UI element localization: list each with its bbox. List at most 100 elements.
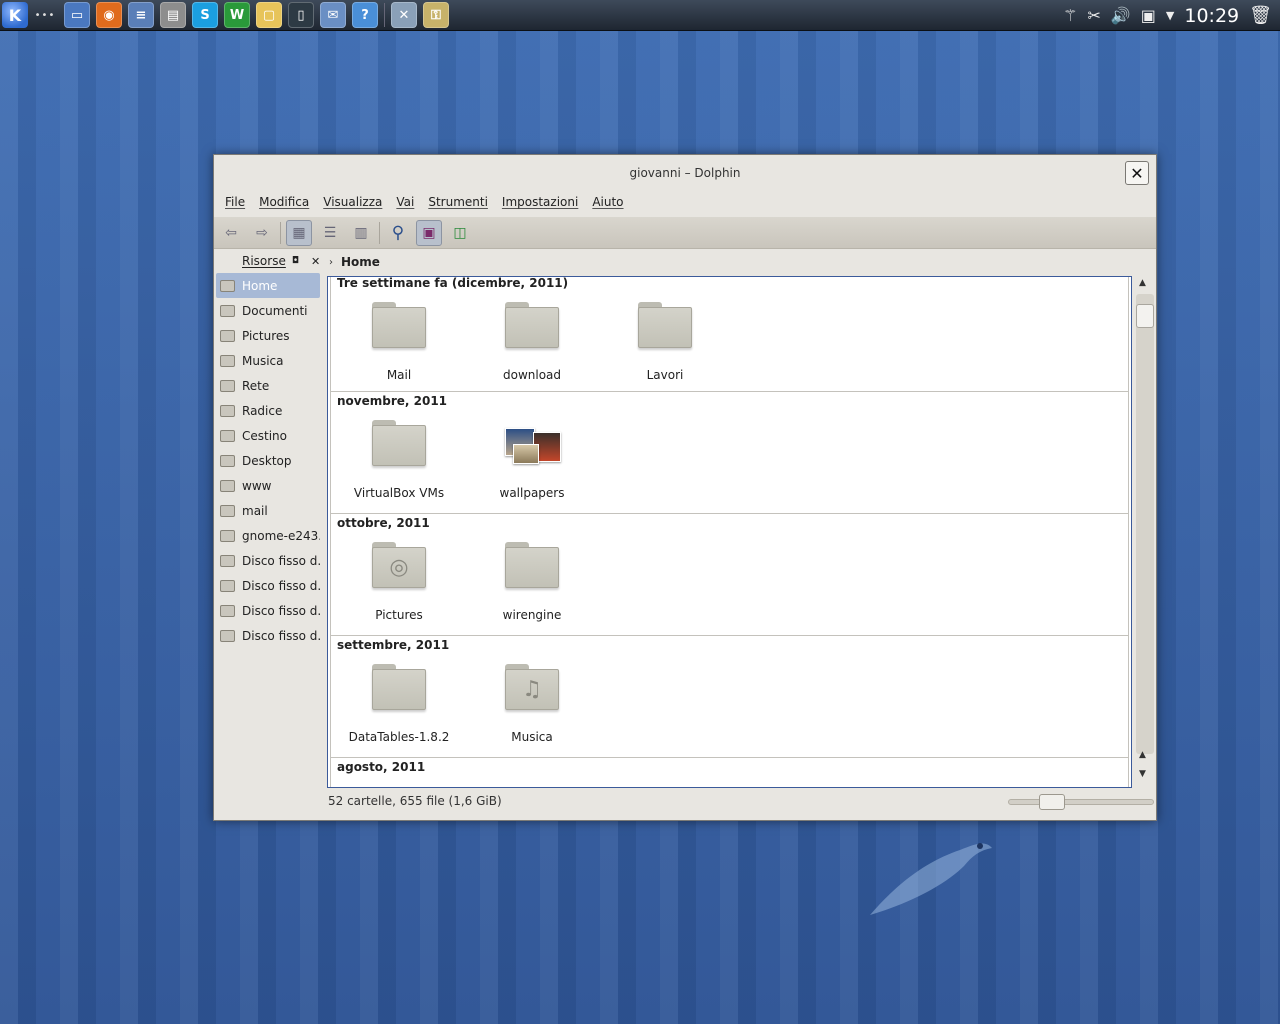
sidebar-item-pictures[interactable]: Pictures: [216, 323, 320, 348]
volume-icon[interactable]: 🔊: [1111, 6, 1131, 25]
document-icon[interactable]: ≡: [128, 2, 154, 28]
sidebar-item-www[interactable]: www: [216, 473, 320, 498]
key-icon[interactable]: ⚿: [423, 2, 449, 28]
sidebar-item-label: Pictures: [242, 328, 290, 343]
details-view-button[interactable]: ☰: [317, 220, 343, 246]
title-bar[interactable]: giovanni – Dolphin ✕: [214, 155, 1156, 191]
sidebar-item-disco-fisso-d[interactable]: Disco fisso d...: [216, 598, 320, 623]
scroll-thumb[interactable]: [1136, 304, 1154, 328]
launcher-bar: ▭ ◉ ≡ ▤ S W ▢ ▯ ✉? ✕ ⚿: [58, 2, 449, 28]
sidebar-item-musica[interactable]: Musica: [216, 348, 320, 373]
zoom-slider[interactable]: [1008, 794, 1154, 810]
file-item[interactable]: Mail: [339, 296, 459, 392]
menu-modifica[interactable]: Modifica: [252, 193, 316, 215]
place-icon: [220, 629, 235, 642]
scroll-down-icon[interactable]: ▼: [1139, 769, 1146, 779]
sidebar-item-label: Disco fisso d...: [242, 578, 320, 593]
file-item[interactable]: wirengine: [472, 536, 592, 632]
sidebar-item-label: Disco fisso d...: [242, 628, 320, 643]
spreadsheet-icon[interactable]: W: [224, 2, 250, 28]
breadcrumb: › Home: [329, 255, 380, 269]
desktop-icon[interactable]: ▭: [64, 2, 90, 28]
file-item[interactable]: VirtualBox VMs: [339, 414, 459, 510]
close-icon: ✕: [1130, 163, 1144, 183]
close-button[interactable]: ✕: [1125, 161, 1149, 185]
file-item[interactable]: ♫ Musica: [472, 658, 592, 754]
split-view-button[interactable]: ◫: [447, 220, 473, 246]
tray-expand-icon[interactable]: ▼: [1166, 9, 1174, 22]
sidebar-item-disco-fisso-d[interactable]: Disco fisso d...: [216, 623, 320, 648]
sidebar-item-desktop[interactable]: Desktop: [216, 448, 320, 473]
file-name: Musica: [511, 730, 553, 744]
activities-icon[interactable]: •••: [32, 10, 58, 21]
menu-file[interactable]: File: [218, 193, 252, 215]
mail-icon[interactable]: ✉: [320, 2, 346, 28]
close-panel-icon[interactable]: ✕: [311, 255, 320, 268]
sidebar-item-label: Disco fisso d...: [242, 553, 320, 568]
place-icon: [220, 354, 235, 367]
sidebar-item-mail[interactable]: mail: [216, 498, 320, 523]
sidebar-item-gnome-e243[interactable]: gnome-e243...: [216, 523, 320, 548]
sidebar-item-disco-fisso-d[interactable]: Disco fisso d...: [216, 573, 320, 598]
firefox-icon[interactable]: ◉: [96, 2, 122, 28]
preview-button[interactable]: ▣: [416, 219, 442, 246]
taskbar-panel: K ••• ▭ ◉ ≡ ▤ S W ▢ ▯ ✉? ✕ ⚿ ⚚ ✂ 🔊 ▣ ▼ 10:29 🗑: [0, 0, 1280, 31]
file-item[interactable]: DataTables-1.8.2: [339, 658, 459, 754]
float-panel-icon[interactable]: ◘: [292, 256, 299, 266]
system-tray: ⚚ ✂ 🔊 ▣ ▼ 10:29 🗑: [1063, 0, 1272, 31]
sidebar-item-rete[interactable]: Rete: [216, 373, 320, 398]
breadcrumb-arrow-icon[interactable]: ›: [329, 257, 333, 268]
file-view[interactable]: Tre settimane fa (dicembre, 2011) Mail dow…: [327, 276, 1132, 788]
skype-icon[interactable]: S: [192, 2, 218, 28]
sidebar-item-label: Cestino: [242, 428, 287, 443]
sidebar-item-home[interactable]: Home: [216, 273, 320, 298]
help-icon[interactable]: ?: [352, 2, 378, 28]
icons-view-button[interactable]: ▦: [286, 219, 312, 246]
preview-icon: ▣: [422, 224, 436, 241]
scissors-icon[interactable]: ✂: [1087, 6, 1100, 25]
network-icon[interactable]: ⚚: [1063, 6, 1077, 25]
clock[interactable]: 10:29: [1184, 5, 1239, 27]
menu-strumenti[interactable]: Strumenti: [421, 193, 495, 215]
file-name: VirtualBox VMs: [353, 486, 445, 500]
zoom-slider-handle[interactable]: [1039, 794, 1065, 810]
back-button[interactable]: ⇦: [218, 220, 244, 246]
menu-bar: File Modifica Visualizza Vai Strumenti Impost…: [218, 193, 631, 215]
file-item[interactable]: ◎ Pictures: [339, 536, 459, 632]
menu-impostazioni[interactable]: Impostazioni: [495, 193, 585, 215]
file-item[interactable]: Lavori: [605, 296, 725, 392]
menu-visualizza[interactable]: Visualizza: [316, 193, 389, 215]
folder-icon[interactable]: ▢: [256, 2, 282, 28]
sidebar-item-disco-fisso-d[interactable]: Disco fisso d...: [216, 548, 320, 573]
menu-aiuto[interactable]: Aiuto: [585, 193, 630, 215]
place-icon: [220, 429, 235, 442]
breadcrumb-home[interactable]: Home: [341, 255, 380, 269]
scroll-up-icon[interactable]: ▲: [1139, 278, 1146, 288]
folder-icon: [372, 664, 426, 710]
presentation-icon[interactable]: ▤: [160, 2, 186, 28]
search-icon: ⚲: [391, 222, 405, 243]
vertical-scrollbar[interactable]: ▲ ▲ ▼: [1135, 276, 1155, 788]
scroll-up-icon[interactable]: ▲: [1139, 750, 1146, 760]
kde-menu-icon[interactable]: K: [2, 2, 28, 28]
forward-button[interactable]: ⇨: [249, 220, 275, 246]
scroll-track[interactable]: [1136, 294, 1154, 754]
device-icon[interactable]: ▣: [1141, 6, 1156, 25]
search-button[interactable]: ⚲: [385, 220, 411, 246]
file-name: download: [502, 368, 562, 382]
sidebar-item-label: gnome-e243...: [242, 528, 320, 543]
file-item[interactable]: wallpapers: [472, 414, 592, 510]
place-icon: [220, 404, 235, 417]
sidebar-item-radice[interactable]: Radice: [216, 398, 320, 423]
columns-view-button[interactable]: ▥: [348, 220, 374, 246]
tools-icon[interactable]: ✕: [391, 2, 417, 28]
folder-icon: [505, 542, 559, 588]
file-item[interactable]: download: [472, 296, 592, 392]
menu-vai[interactable]: Vai: [389, 193, 421, 215]
sidebar-item-label: Musica: [242, 353, 284, 368]
terminal-icon[interactable]: ▯: [288, 2, 314, 28]
group-header: agosto, 2011: [337, 760, 426, 774]
sidebar-item-cestino[interactable]: Cestino: [216, 423, 320, 448]
trash-icon[interactable]: 🗑: [1249, 5, 1272, 26]
sidebar-item-documenti[interactable]: Documenti: [216, 298, 320, 323]
